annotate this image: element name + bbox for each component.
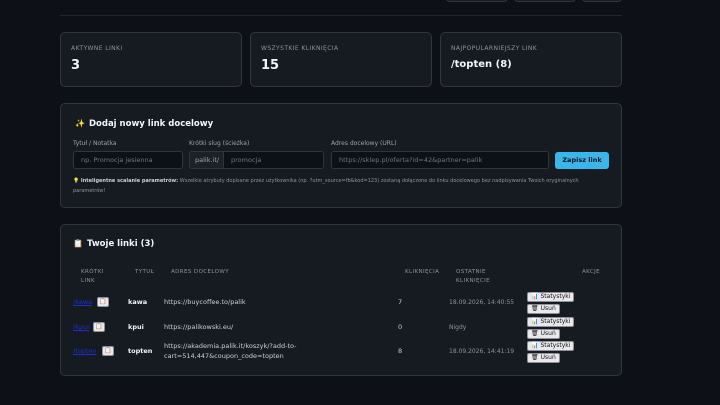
header-button-3[interactable] [582,0,622,2]
stats-button[interactable]: 📊 Statystyki [527,317,575,327]
note-label: Tytuł / Notatka [73,140,117,147]
stats-button[interactable]: 📊 Statystyki [527,292,575,302]
stat-value: /topten (8) [451,59,512,70]
short-link[interactable]: /kpui [73,323,89,331]
hint-text: 💡 Inteligentne scalanie parametrów: Wsze… [73,178,579,194]
row-target: https://palikowski.eu/ [164,323,234,331]
col-target: ADRES DOCELOWY [171,269,230,275]
chart-icon: 📊 [531,342,539,349]
links-table-card: 📋 Twoje linki (3) KRÓTKI LINK TYTUŁ ADRES… [60,224,622,376]
stats-button[interactable]: 📊 Statystyki [527,341,575,351]
row-last-click: Nigdy [449,324,467,331]
copy-icon[interactable]: 📋 [102,346,114,356]
row-target-cont: cart=514,447&coupon_code=topten [164,352,284,360]
slug-input[interactable]: promocja [223,151,324,169]
trash-icon: 🗑 [531,305,539,312]
table-row: /kawa 📋 kawa https://buycoffee.to/palik … [61,291,621,315]
row-clicks: 0 [398,323,403,331]
row-clicks: 8 [398,347,403,355]
stat-value: 3 [71,58,81,73]
note-input[interactable]: np. Promocja jesienna [73,151,183,169]
stat-label: NAJPOPULARNIEJSZY LINK [451,45,538,52]
delete-button[interactable]: 🗑 Usuń [527,329,560,339]
header-button-1[interactable] [446,0,508,2]
header-button-2[interactable] [514,0,576,2]
chart-icon: 📊 [531,318,539,325]
table-row: /kpui 📋 kpui https://palikowski.eu/ 0 Ni… [61,316,621,340]
row-title: kpui [128,323,144,331]
clipboard-icon: 📋 [73,239,83,248]
add-link-form: ✨ Dodaj nowy link docelowy Tytuł / Notatk… [60,103,622,208]
short-link[interactable]: /kawa [73,298,92,306]
lightbulb-icon: 💡 [73,178,80,184]
stat-card-active-links: AKTYWNE LINKI 3 [60,32,242,87]
short-link[interactable]: /topten [73,347,97,355]
chart-icon: 📊 [531,293,539,300]
row-target: https://buycoffee.to/palik [164,298,246,306]
stat-label: AKTYWNE LINKI [71,45,123,52]
row-last-click: 18.09.2026, 14:40:55 [449,299,515,306]
copy-icon[interactable]: 📋 [93,322,105,332]
stat-card-total-clicks: WSZYSTKIE KLIKNIĘCIA 15 [250,32,432,87]
sparkles-icon: ✨ [75,119,85,128]
trash-icon: 🗑 [531,330,539,337]
url-label: Adres docelowy (URL) [331,140,397,147]
row-target: https://akademia.palik.it/koszyk/?add-to… [164,342,297,350]
row-title: kawa [128,298,148,306]
row-title: topten [128,347,153,355]
col-title: TYTUŁ [135,269,155,275]
save-link-button[interactable]: Zapisz link [555,152,609,169]
stat-card-top-link: NAJPOPULARNIEJSZY LINK /topten (8) [440,32,622,87]
col-actions: AKCJE [582,269,601,275]
table-row: /topten 📋 topten https://akademia.palik.… [61,340,621,364]
trash-icon: 🗑 [531,354,539,361]
stat-value: 15 [261,58,280,73]
stat-label: WSZYSTKIE KLIKNIĘCIA [261,45,339,52]
url-input[interactable]: https://sklep.pl/oferta?id=42&partner=pa… [331,151,549,169]
col-short-link: KRÓTKI LINK [81,269,104,284]
col-last-click: OSTATNIE KLIKNIĘCIE [456,269,491,284]
delete-button[interactable]: 🗑 Usuń [527,304,560,314]
col-clicks: KLIKNIĘCIA [405,269,440,275]
top-bar [60,0,622,16]
row-clicks: 7 [398,298,403,306]
delete-button[interactable]: 🗑 Usuń [527,353,560,363]
slug-label: Krótki slug (ścieżka) [189,140,250,147]
form-title: ✨ Dodaj nowy link docelowy [75,119,214,129]
copy-icon[interactable]: 📋 [97,297,109,307]
row-last-click: 18.09.2026, 14:41:19 [449,348,515,355]
links-title: 📋 Twoje linki (3) [73,239,155,249]
slug-prefix: palik.it/ [189,151,223,169]
